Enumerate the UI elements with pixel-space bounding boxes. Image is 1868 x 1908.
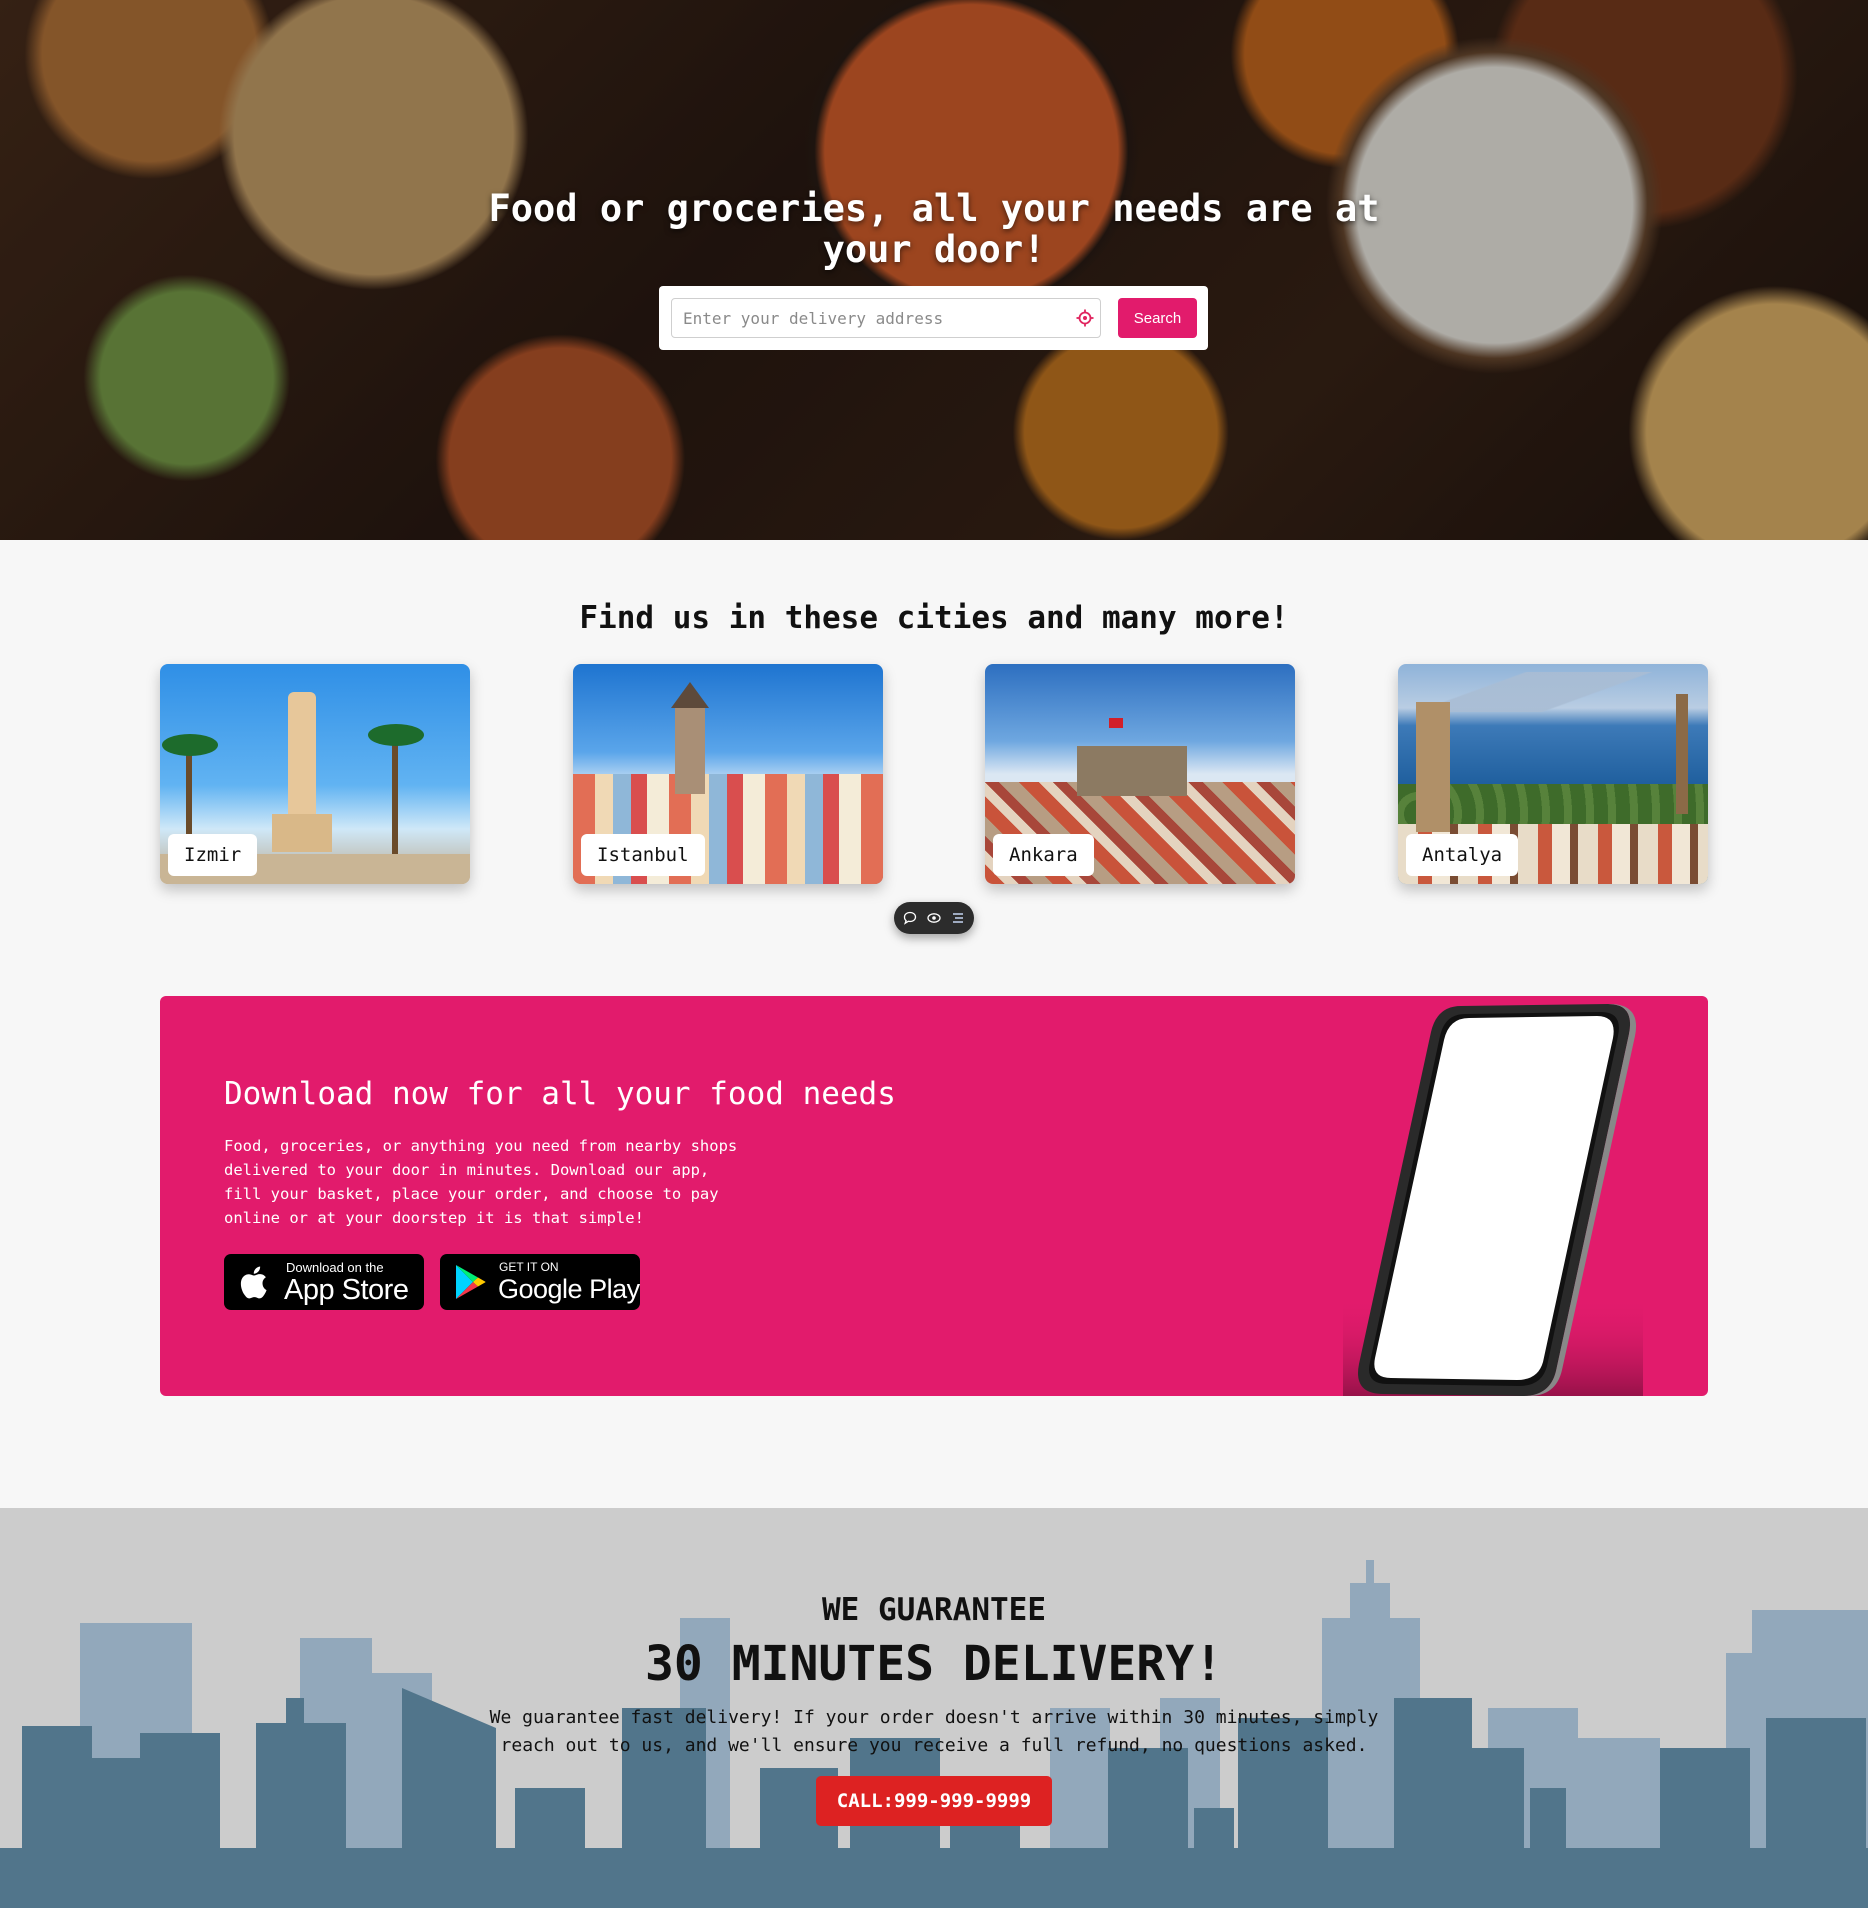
comment-icon[interactable] [902,910,918,926]
palm-leaves [368,724,424,746]
phone-mockup-image [1343,1004,1643,1396]
city-card-izmir[interactable]: Izmir [160,664,470,884]
google-play-big-text: Google Play [498,1274,640,1304]
clock-tower [288,692,316,832]
palm-tree [392,734,398,854]
guarantee-title: 30 MINUTES DELIVERY! [645,1636,1223,1692]
clock-tower [1416,702,1450,832]
app-store-small-text: Download on the [286,1260,384,1275]
galata-tower-roof [671,682,709,708]
city-label-izmir: Izmir [168,834,258,876]
turkish-flag [1109,718,1123,728]
city-label-antalya: Antalya [1406,834,1519,876]
address-search-box: Search [659,286,1208,350]
app-store-big-text: App Store [284,1274,409,1306]
apple-icon [240,1266,267,1299]
city-label-istanbul: Istanbul [581,834,705,876]
city-label-ankara: Ankara [993,834,1094,876]
location-target-icon[interactable] [1076,309,1094,327]
city-card-ankara[interactable]: Ankara [985,664,1295,884]
app-download-banner: Download now for all your food needs Foo… [160,996,1708,1396]
google-play-button[interactable]: GET IT ON Google Play [440,1254,640,1310]
guarantee-description: We guarantee fast delivery! If your orde… [489,1707,1379,1756]
hero-banner: Food or groceries, all your needs are at… [0,0,1868,540]
promo-description: Food, groceries, or anything you need fr… [224,1137,738,1227]
search-button[interactable]: Search [1118,298,1197,338]
city-card-istanbul[interactable]: Istanbul [573,664,883,884]
city-card-antalya[interactable]: Antalya [1398,664,1708,884]
promo-title: Download now for all your food needs [224,1076,896,1112]
yivli-minaret [1676,694,1688,814]
guarantee-subtitle: WE GUARANTEE [822,1592,1046,1628]
call-button[interactable]: CALL:999-999-9999 [816,1776,1052,1826]
eye-icon[interactable] [926,910,942,926]
guarantee-section: WE GUARANTEE 30 MINUTES DELIVERY! We gua… [0,1508,1868,1908]
address-field-wrapper [671,298,1101,338]
hero-title: Food or groceries, all your needs are at… [488,187,1380,271]
palm-leaves [162,734,218,756]
floating-toolbar [894,902,974,934]
cities-section-title: Find us in these cities and many more! [579,600,1289,636]
list-icon[interactable] [950,910,966,926]
google-play-small-text: GET IT ON [499,1260,559,1274]
ankara-castle [1077,746,1187,796]
app-store-button[interactable]: Download on the App Store [224,1254,424,1310]
galata-tower [675,704,705,794]
delivery-address-input[interactable] [672,299,1062,337]
clock-tower-base [272,814,332,852]
google-play-icon [456,1265,486,1299]
